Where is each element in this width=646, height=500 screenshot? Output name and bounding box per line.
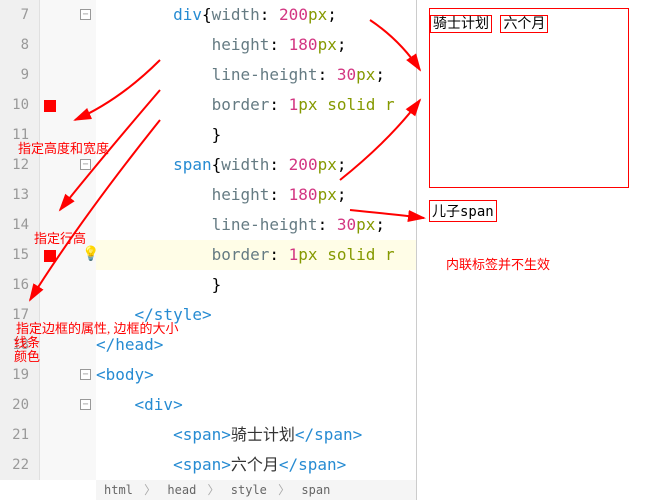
code-line[interactable]: } xyxy=(96,270,416,300)
rendered-span: 六个月 xyxy=(500,15,548,33)
rendered-span: 骑士计划 xyxy=(430,15,492,33)
line-number: 21 xyxy=(0,420,39,450)
preview-panel: 骑士计划 六个月 儿子span xyxy=(416,0,646,500)
line-number: 13 xyxy=(0,180,39,210)
code-line[interactable]: line-height: 30px; xyxy=(96,60,416,90)
rendered-span: 儿子span xyxy=(429,200,497,222)
line-number: 22 xyxy=(0,450,39,480)
annotation-label: 颜色 xyxy=(14,346,40,365)
breadcrumb-item[interactable]: head xyxy=(167,483,196,497)
chevron-right-icon: 〉 xyxy=(144,483,156,497)
breadcrumb[interactable]: html 〉 head 〉 style 〉 span xyxy=(96,480,416,500)
code-area[interactable]: div{width: 200px; height: 180px; line-he… xyxy=(96,0,416,480)
annotation-label: 指定边框的属性, 边框的大小 xyxy=(16,318,179,337)
annotation-label: 指定行高 xyxy=(34,228,86,247)
fold-toggle[interactable]: − xyxy=(80,369,91,380)
line-number: 7 xyxy=(0,0,39,30)
code-line[interactable]: <span>六个月</span> xyxy=(96,450,416,480)
code-line[interactable]: height: 180px; xyxy=(96,30,416,60)
annotation-label: 内联标签并不生效 xyxy=(446,254,550,273)
line-number: 16 xyxy=(0,270,39,300)
breadcrumb-item[interactable]: span xyxy=(301,483,330,497)
code-line[interactable]: <div> xyxy=(96,390,416,420)
code-line[interactable]: border: 1px solid r xyxy=(96,240,416,270)
code-line[interactable]: border: 1px solid r xyxy=(96,90,416,120)
line-number: 10 xyxy=(0,90,39,120)
gutter-marker xyxy=(44,100,56,112)
code-line[interactable]: span{width: 200px; xyxy=(96,150,416,180)
code-line[interactable]: height: 180px; xyxy=(96,180,416,210)
code-line[interactable]: } xyxy=(96,120,416,150)
chevron-right-icon: 〉 xyxy=(208,483,220,497)
fold-toggle[interactable]: − xyxy=(80,9,91,20)
gutter-marker xyxy=(44,250,56,262)
fold-toggle[interactable]: − xyxy=(80,399,91,410)
code-line[interactable]: line-height: 30px; xyxy=(96,210,416,240)
code-line[interactable]: <span>骑士计划</span> xyxy=(96,420,416,450)
code-line[interactable]: div{width: 200px; xyxy=(96,0,416,30)
line-number: 8 xyxy=(0,30,39,60)
line-number: 9 xyxy=(0,60,39,90)
code-line[interactable]: <body> xyxy=(96,360,416,390)
fold-toggle[interactable]: − xyxy=(80,159,91,170)
breadcrumb-item[interactable]: html xyxy=(104,483,133,497)
chevron-right-icon: 〉 xyxy=(278,483,290,497)
rendered-div: 骑士计划 六个月 xyxy=(429,8,629,188)
annotation-label: 指定高度和宽度 xyxy=(18,138,109,157)
breadcrumb-item[interactable]: style xyxy=(231,483,267,497)
line-number: 20 xyxy=(0,390,39,420)
